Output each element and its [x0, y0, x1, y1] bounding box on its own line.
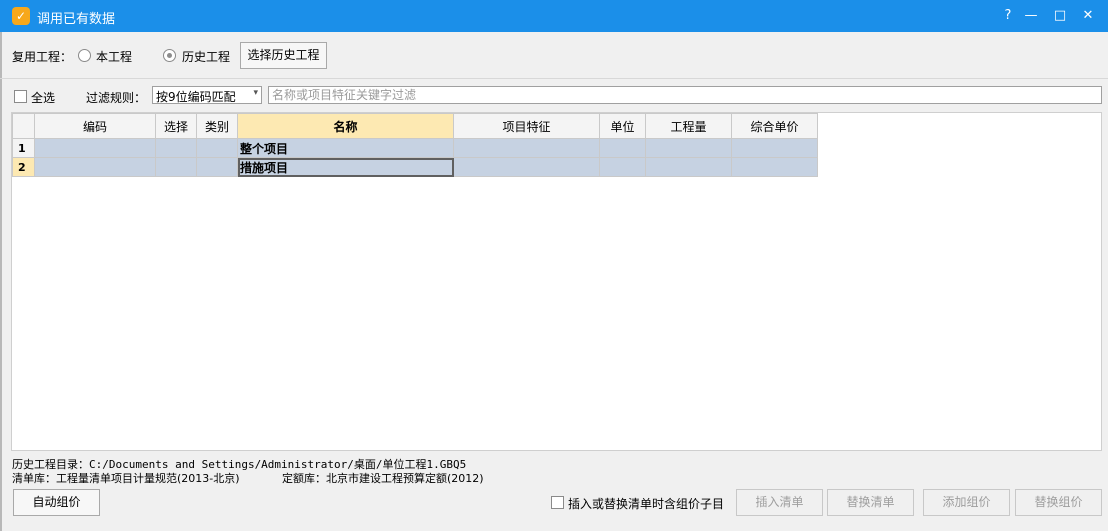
auto-price-button[interactable]: 自动组价	[13, 489, 100, 516]
col-header-feature[interactable]: 项目特征	[453, 113, 600, 139]
radio-history-project-label[interactable]: 历史工程	[182, 48, 230, 65]
cell-unit-price[interactable]	[731, 138, 818, 158]
bill-library-info: 清单库：工程量清单项目计量规范(2013-北京)	[12, 472, 240, 485]
close-icon[interactable]: ✕	[1078, 6, 1098, 26]
grid-table: 编码 选择 类别 名称 项目特征 单位 工程量 综合单价 1 整个项目 2 措施…	[12, 113, 818, 177]
cell-unit[interactable]	[599, 157, 646, 177]
filter-rule-select[interactable]: 按9位编码匹配 ▾	[152, 86, 262, 104]
project-row: 复用工程： 本工程 历史工程 选择历史工程	[0, 32, 1108, 79]
col-header-unit[interactable]: 单位	[599, 113, 646, 139]
project-label: 复用工程：	[12, 50, 73, 64]
include-children-label[interactable]: 插入或替换清单时含组价子目	[568, 495, 724, 512]
col-header-unit-price[interactable]: 综合单价	[731, 113, 818, 139]
filter-rule-value: 按9位编码匹配	[156, 90, 236, 104]
radio-current-project-label[interactable]: 本工程	[96, 48, 132, 65]
cell-select[interactable]	[155, 138, 197, 158]
title-bar: ✓ 调用已有数据 ? — □ ✕	[0, 0, 1108, 32]
cell-name[interactable]: 整个项目	[237, 138, 454, 158]
cell-quantity[interactable]	[645, 138, 732, 158]
col-header-quantity[interactable]: 工程量	[645, 113, 732, 139]
table-row[interactable]: 2 措施项目	[12, 157, 818, 177]
maximize-icon[interactable]: □	[1050, 6, 1070, 26]
cell-category[interactable]	[196, 138, 238, 158]
col-header-category[interactable]: 类别	[196, 113, 238, 139]
cell-feature[interactable]	[453, 138, 600, 158]
radio-current-project[interactable]	[78, 49, 91, 62]
radio-history-project[interactable]	[163, 49, 176, 62]
add-price-button[interactable]: 添加组价	[923, 489, 1010, 516]
window-title: 调用已有数据	[37, 12, 116, 27]
app-logo-icon: ✓	[12, 7, 30, 25]
row-number[interactable]: 1	[12, 138, 35, 158]
quota-library-info: 定额库：北京市建设工程预算定额(2012)	[282, 472, 484, 485]
row-number[interactable]: 2	[12, 157, 35, 177]
keyword-filter-input[interactable]	[268, 86, 1102, 104]
select-all-checkbox[interactable]	[14, 90, 27, 103]
cell-feature[interactable]	[453, 157, 600, 177]
cell-category[interactable]	[196, 157, 238, 177]
cell-quantity[interactable]	[645, 157, 732, 177]
data-grid[interactable]: 编码 选择 类别 名称 项目特征 单位 工程量 综合单价 1 整个项目 2 措施…	[11, 112, 1102, 451]
cell-select[interactable]	[155, 157, 197, 177]
replace-bill-button[interactable]: 替换清单	[827, 489, 914, 516]
select-all-label[interactable]: 全选	[31, 89, 55, 106]
select-history-project-button[interactable]: 选择历史工程	[240, 42, 327, 69]
help-icon[interactable]: ?	[998, 6, 1018, 26]
cell-unit-price[interactable]	[731, 157, 818, 177]
col-header-code[interactable]: 编码	[34, 113, 156, 139]
row-number-header	[12, 113, 35, 139]
minimize-icon[interactable]: —	[1021, 6, 1041, 26]
grid-header-row: 编码 选择 类别 名称 项目特征 单位 工程量 综合单价	[12, 113, 818, 139]
filter-rule-label: 过滤规则：	[86, 91, 147, 105]
cell-code[interactable]	[34, 138, 156, 158]
cell-code[interactable]	[34, 157, 156, 177]
cell-name[interactable]: 措施项目	[237, 157, 454, 177]
replace-price-button[interactable]: 替换组价	[1015, 489, 1102, 516]
window-left-edge	[0, 32, 2, 531]
chevron-down-icon[interactable]: ▾	[253, 88, 258, 98]
table-row[interactable]: 1 整个项目	[12, 138, 818, 158]
col-header-name[interactable]: 名称	[237, 113, 454, 139]
col-header-select[interactable]: 选择	[155, 113, 197, 139]
include-children-checkbox[interactable]	[551, 496, 564, 509]
insert-bill-button[interactable]: 插入清单	[736, 489, 823, 516]
cell-unit[interactable]	[599, 138, 646, 158]
